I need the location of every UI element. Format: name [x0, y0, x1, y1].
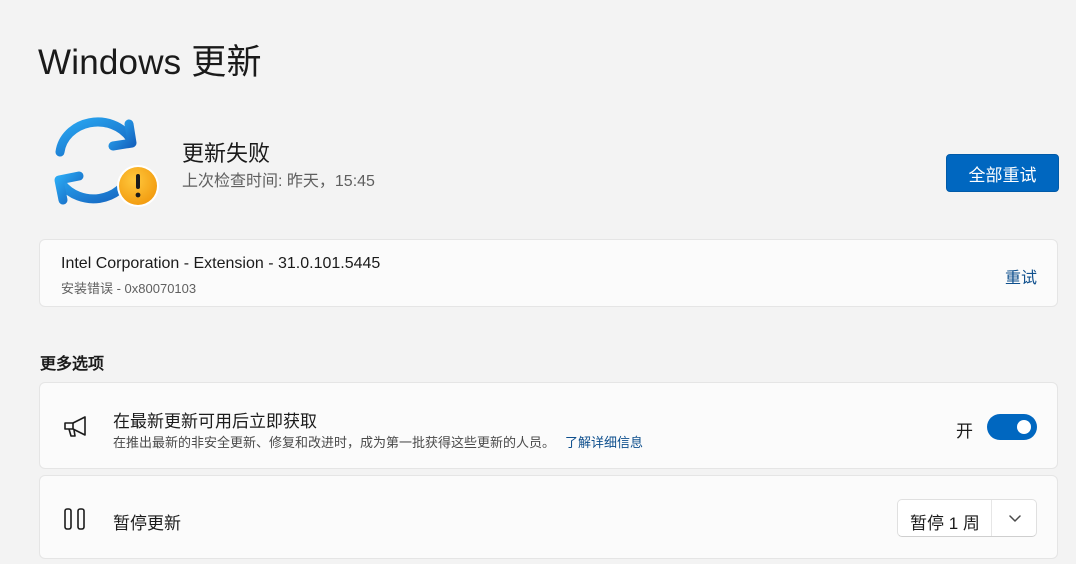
retry-link[interactable]: 重试: [1005, 264, 1037, 288]
chevron-down-icon: [1008, 512, 1022, 524]
toggle-knob: [1017, 420, 1031, 434]
pause-updates-card: 暂停更新 暂停 1 周: [39, 475, 1058, 559]
dropdown-divider: [991, 500, 992, 536]
retry-all-button[interactable]: 全部重试: [946, 154, 1059, 192]
pause-updates-title: 暂停更新: [113, 514, 181, 533]
sync-warning-icon: [50, 114, 162, 210]
failed-update-card: Intel Corporation - Extension - 31.0.101…: [39, 239, 1058, 307]
pause-duration-dropdown[interactable]: 暂停 1 周: [897, 499, 1037, 537]
update-error-text: 安装错误 - 0x80070103: [61, 281, 197, 296]
status-title: 更新失败: [182, 141, 271, 166]
update-name: Intel Corporation - Extension - 31.0.101…: [61, 255, 381, 272]
last-checked-text: 上次检查时间: 昨天，15:45: [182, 173, 375, 190]
get-latest-description-text: 在推出最新的非安全更新、修复和改进时，成为第一批获得这些更新的人员。: [113, 435, 556, 450]
learn-more-link[interactable]: 了解详细信息: [565, 435, 643, 450]
toggle-state-label: 开: [956, 422, 973, 441]
get-latest-toggle[interactable]: [987, 414, 1037, 440]
get-latest-description: 在推出最新的非安全更新、修复和改进时，成为第一批获得这些更新的人员。 了解详细信息: [113, 432, 643, 451]
pause-duration-value: 暂停 1 周: [910, 514, 980, 533]
get-latest-updates-card: 在最新更新可用后立即获取 在推出最新的非安全更新、修复和改进时，成为第一批获得这…: [39, 382, 1058, 469]
more-options-header: 更多选项: [40, 356, 105, 373]
page-title: Windows 更新: [38, 43, 262, 82]
get-latest-title: 在最新更新可用后立即获取: [113, 412, 317, 431]
pause-icon: [61, 506, 91, 537]
megaphone-icon: [61, 413, 91, 446]
